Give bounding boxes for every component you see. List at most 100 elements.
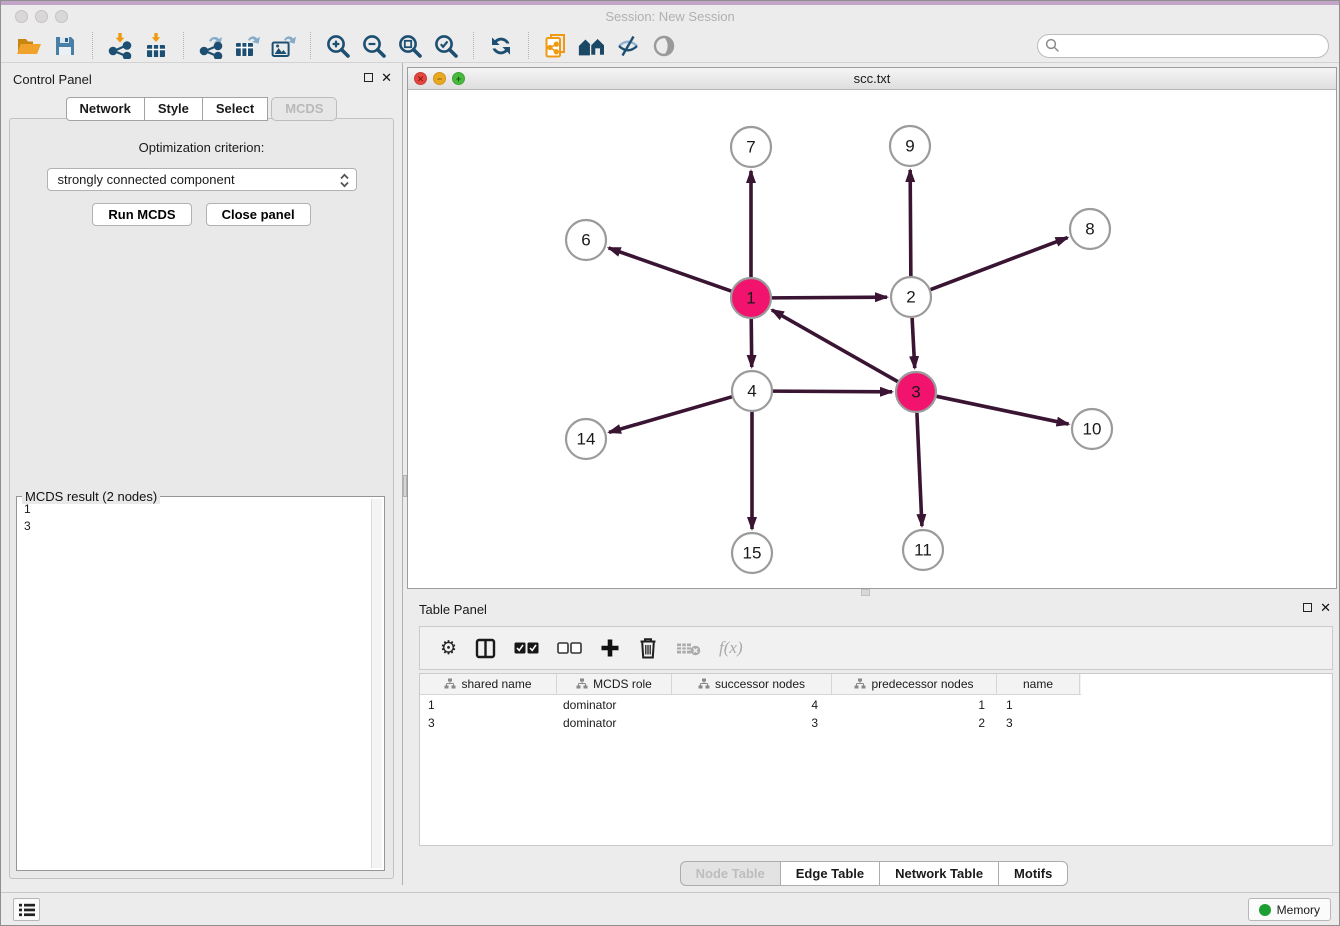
edge-4-14[interactable] [609, 397, 732, 433]
table-cell[interactable]: dominator [557, 698, 672, 712]
network-graph[interactable]: 7 9 6 8 1 2 4 3 14 10 15 11 [408, 90, 1336, 588]
select-all-icon[interactable] [514, 642, 539, 654]
network-maximize-button[interactable]: + [452, 72, 465, 85]
edge-2-8[interactable] [931, 238, 1068, 290]
zoom-selected-icon[interactable] [431, 31, 461, 61]
table-cell[interactable]: 3 [672, 716, 832, 730]
table-cell[interactable]: 3 [997, 716, 1080, 730]
tab-mcds[interactable]: MCDS [271, 97, 337, 121]
zoom-window-button[interactable] [55, 10, 68, 23]
edge-4-3[interactable] [773, 391, 892, 392]
table-cell[interactable]: 1 [420, 698, 557, 712]
edge-2-3[interactable] [912, 318, 915, 368]
import-table-icon[interactable] [141, 31, 171, 61]
tab-edge-table[interactable]: Edge Table [781, 861, 880, 886]
show-hide-eye-icon[interactable] [649, 31, 679, 61]
search-input[interactable] [1065, 39, 1321, 53]
search-box[interactable] [1037, 34, 1329, 58]
zoom-in-icon[interactable] [323, 31, 353, 61]
node-2[interactable]: 2 [891, 277, 931, 317]
svg-text:4: 4 [747, 382, 756, 401]
open-session-icon[interactable] [14, 31, 44, 61]
deselect-all-icon[interactable] [557, 642, 582, 654]
export-image-icon[interactable] [268, 31, 298, 61]
close-panel-icon[interactable]: ✕ [381, 72, 392, 83]
task-history-button[interactable] [13, 898, 40, 921]
tab-motifs[interactable]: Motifs [999, 861, 1068, 886]
edge-3-11[interactable] [917, 413, 922, 526]
mcds-result-text[interactable]: 1 3 [24, 501, 366, 866]
column-header-mcds-role[interactable]: MCDS role [557, 674, 672, 694]
refresh-layout-icon[interactable] [486, 31, 516, 61]
node-7[interactable]: 7 [731, 127, 771, 167]
optimization-criterion-select[interactable]: strongly connected component [47, 168, 357, 191]
table-cell[interactable]: 1 [832, 698, 997, 712]
column-header-shared-name[interactable]: shared name [420, 674, 557, 694]
node-6[interactable]: 6 [566, 220, 606, 260]
tab-node-table[interactable]: Node Table [680, 861, 781, 886]
tab-style[interactable]: Style [145, 97, 203, 121]
close-window-button[interactable] [15, 10, 28, 23]
float-table-panel-icon[interactable] [1303, 603, 1312, 612]
table-cell[interactable]: 3 [420, 716, 557, 730]
memory-label: Memory [1277, 903, 1320, 917]
run-mcds-button[interactable]: Run MCDS [92, 203, 191, 226]
network-window-titlebar[interactable]: scc.txt ✕ − + [408, 68, 1336, 90]
memory-button[interactable]: Memory [1248, 898, 1331, 921]
svg-text:8: 8 [1085, 220, 1094, 239]
node-11[interactable]: 11 [903, 530, 943, 570]
clone-network-icon[interactable] [541, 31, 571, 61]
table-cell[interactable]: dominator [557, 716, 672, 730]
table-row[interactable]: 1dominator411 [420, 697, 1081, 713]
show-all-networks-icon[interactable] [577, 31, 607, 61]
column-header-predecessor-nodes[interactable]: predecessor nodes [832, 674, 997, 694]
tab-network[interactable]: Network [66, 97, 145, 121]
save-session-icon[interactable] [50, 31, 80, 61]
zoom-out-icon[interactable] [359, 31, 389, 61]
table-settings-gear-icon[interactable]: ⚙ [440, 638, 457, 658]
delete-table-icon[interactable] [676, 641, 701, 656]
minimize-window-button[interactable] [35, 10, 48, 23]
table-row[interactable]: 3dominator323 [420, 715, 1081, 731]
close-panel-button[interactable]: Close panel [206, 203, 311, 226]
zoom-fit-icon[interactable] [395, 31, 425, 61]
node-9[interactable]: 9 [890, 126, 930, 166]
node-15[interactable]: 15 [732, 533, 772, 573]
tab-network-table[interactable]: Network Table [880, 861, 999, 886]
close-table-panel-icon[interactable]: ✕ [1320, 602, 1331, 613]
column-header-name[interactable]: name [997, 674, 1080, 694]
delete-column-trash-icon[interactable] [638, 637, 658, 659]
table-cell[interactable]: 2 [832, 716, 997, 730]
horizontal-splitter-handle[interactable] [861, 589, 870, 596]
column-header-successor-nodes[interactable]: successor nodes [672, 674, 832, 694]
node-1[interactable]: 1 [731, 278, 771, 318]
edge-3-10[interactable] [937, 396, 1069, 424]
function-builder-icon[interactable]: f(x) [719, 638, 743, 658]
table-cell[interactable]: 1 [997, 698, 1080, 712]
node-10[interactable]: 10 [1072, 409, 1112, 449]
edge-1-2[interactable] [772, 297, 887, 298]
network-minimize-button[interactable]: − [433, 72, 446, 85]
float-panel-icon[interactable] [364, 73, 373, 82]
toggle-style-icon[interactable] [613, 31, 643, 61]
toolbar-separator [528, 32, 529, 59]
column-selector-icon[interactable] [475, 638, 496, 659]
table-cell[interactable]: 4 [672, 698, 832, 712]
edge-1-6[interactable] [609, 248, 732, 291]
export-table-icon[interactable] [232, 31, 262, 61]
node-3[interactable]: 3 [896, 372, 936, 412]
import-network-icon[interactable] [105, 31, 135, 61]
result-scrollbar[interactable] [371, 499, 382, 868]
network-view-window: scc.txt ✕ − + 7 9 6 8 1 2 4 3 14 10 15 11 [407, 67, 1337, 589]
export-network-icon[interactable] [196, 31, 226, 61]
edge-2-9[interactable] [910, 170, 911, 276]
tab-select[interactable]: Select [203, 97, 268, 121]
node-8[interactable]: 8 [1070, 209, 1110, 249]
network-close-button[interactable]: ✕ [414, 72, 427, 85]
node-4[interactable]: 4 [732, 371, 772, 411]
edge-3-1[interactable] [772, 310, 898, 382]
network-canvas[interactable]: 7 9 6 8 1 2 4 3 14 10 15 11 [408, 90, 1336, 588]
node-14[interactable]: 14 [566, 419, 606, 459]
add-column-plus-icon[interactable] [600, 638, 620, 658]
edge-1-4[interactable] [751, 319, 752, 367]
